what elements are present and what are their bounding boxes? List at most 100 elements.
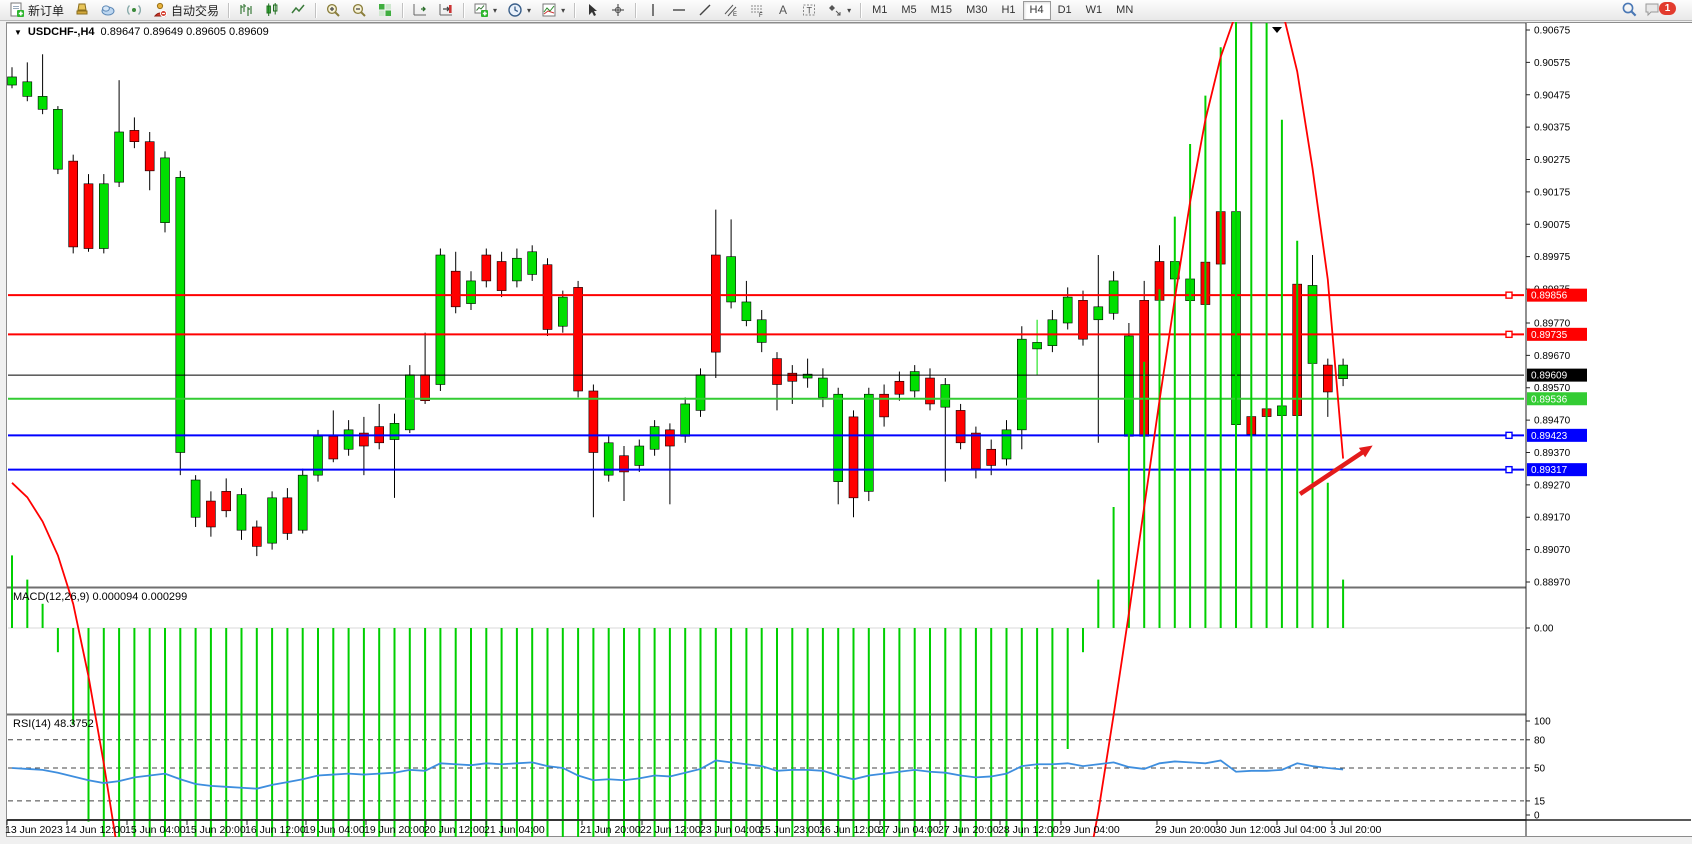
label-button[interactable]: T xyxy=(796,0,822,21)
svg-text:23 Jun 04:00: 23 Jun 04:00 xyxy=(700,824,761,836)
svg-text:100: 100 xyxy=(1534,717,1551,728)
tile-windows-button[interactable] xyxy=(372,0,398,21)
svg-text:25 Jun 23:00: 25 Jun 23:00 xyxy=(759,824,820,836)
svg-text:E: E xyxy=(733,12,737,18)
svg-text:15: 15 xyxy=(1534,796,1546,807)
timeframe-D1-button[interactable]: D1 xyxy=(1051,1,1079,20)
svg-text:0.89070: 0.89070 xyxy=(1534,545,1571,556)
svg-text:29 Jun 20:00: 29 Jun 20:00 xyxy=(1155,824,1216,836)
stamp-button[interactable] xyxy=(69,0,95,21)
chevron-down-icon: ▾ xyxy=(527,6,531,15)
timeframe-MN-button[interactable]: MN xyxy=(1109,1,1140,20)
svg-text:50: 50 xyxy=(1534,764,1546,775)
svg-text:3 Jul 04:00: 3 Jul 04:00 xyxy=(1275,824,1327,836)
fibonacci-icon: F xyxy=(749,2,765,18)
svg-text:0.90175: 0.90175 xyxy=(1534,187,1571,198)
auto-scroll-button[interactable] xyxy=(433,0,459,21)
svg-text:F: F xyxy=(759,13,763,18)
timeframe-H1-button[interactable]: H1 xyxy=(994,1,1022,20)
toolbar: 新订单 自动交易 ▾ ▾ ▾ E F A T ▾ M1M5M15M30H1H4D1W1MN 1 xyxy=(0,0,1692,21)
timeframe-M1-button[interactable]: M1 xyxy=(865,1,894,20)
svg-text:A: A xyxy=(779,3,787,17)
chart-shift-button[interactable] xyxy=(407,0,433,21)
zoom-in-button[interactable] xyxy=(320,0,346,21)
chart-shift-icon xyxy=(412,2,428,18)
zoom-out-icon xyxy=(351,2,367,18)
svg-text:0.90575: 0.90575 xyxy=(1534,58,1571,69)
svg-text:3 Jul 20:00: 3 Jul 20:00 xyxy=(1330,824,1382,836)
timeframe-M15-button[interactable]: M15 xyxy=(924,1,959,20)
svg-text:20 Jun 12:00: 20 Jun 12:00 xyxy=(424,824,485,836)
text-button[interactable]: A xyxy=(770,0,796,21)
chevron-down-icon[interactable]: ▼ xyxy=(14,28,22,37)
price-chart[interactable]: 0.906750.905750.904750.903750.902750.901… xyxy=(0,22,1692,837)
chevron-down-icon: ▾ xyxy=(493,6,497,15)
svg-text:21 Jun 20:00: 21 Jun 20:00 xyxy=(580,824,641,836)
vline-icon xyxy=(645,2,661,18)
svg-text:13 Jun 2023: 13 Jun 2023 xyxy=(5,824,63,836)
cloud-icon xyxy=(100,2,116,18)
timeframe-M30-button[interactable]: M30 xyxy=(959,1,994,20)
new-chart-button[interactable]: ▾ xyxy=(468,0,502,21)
new-order-button[interactable]: 新订单 xyxy=(4,0,69,21)
channel-button[interactable]: E xyxy=(718,0,744,21)
cursor-button[interactable] xyxy=(579,0,605,21)
line-chart-button[interactable] xyxy=(285,0,311,21)
signals-button[interactable] xyxy=(121,0,147,21)
svg-text:0.90275: 0.90275 xyxy=(1534,155,1571,166)
fibonacci-button[interactable]: F xyxy=(744,0,770,21)
svg-text:16 Jun 12:00: 16 Jun 12:00 xyxy=(245,824,306,836)
timeframe-H4-button[interactable]: H4 xyxy=(1023,1,1051,20)
toolbar-separator xyxy=(402,3,403,18)
toolbar-separator xyxy=(860,3,861,18)
svg-text:0.89670: 0.89670 xyxy=(1534,351,1571,362)
rsi-indicator-label: RSI(14) 48.3752 xyxy=(13,718,94,730)
svg-text:T: T xyxy=(807,6,813,16)
shapes-button[interactable]: ▾ xyxy=(822,0,856,21)
shapes-icon xyxy=(827,2,843,18)
zoom-out-button[interactable] xyxy=(346,0,372,21)
svg-text:26 Jun 12:00: 26 Jun 12:00 xyxy=(819,824,880,836)
notification-badge[interactable]: 1 xyxy=(1659,2,1676,15)
toolbar-separator xyxy=(228,3,229,18)
publish-button[interactable] xyxy=(95,0,121,21)
chart-title-bar[interactable]: ▼ USDCHF-,H4 0.89647 0.89649 0.89605 0.8… xyxy=(14,26,269,38)
timeframe-W1-button[interactable]: W1 xyxy=(1079,1,1110,20)
svg-text:0.89270: 0.89270 xyxy=(1534,480,1571,491)
svg-text:0.90475: 0.90475 xyxy=(1534,90,1571,101)
indicators-button[interactable]: ▾ xyxy=(536,0,570,21)
svg-text:28 Jun 12:00: 28 Jun 12:00 xyxy=(998,824,1059,836)
vline-button[interactable] xyxy=(640,0,666,21)
chevron-down-icon: ▾ xyxy=(561,6,565,15)
bar-chart-button[interactable] xyxy=(233,0,259,21)
text-icon: A xyxy=(775,2,791,18)
clock-icon xyxy=(507,2,523,18)
svg-text:21 Jun 04:00: 21 Jun 04:00 xyxy=(484,824,545,836)
svg-text:15 Jun 04:00: 15 Jun 04:00 xyxy=(125,824,186,836)
svg-text:80: 80 xyxy=(1534,735,1546,746)
period-button[interactable]: ▾ xyxy=(502,0,536,21)
ohlc-quotes: 0.89647 0.89649 0.89605 0.89609 xyxy=(101,26,269,38)
symbol-period-label: USDCHF-,H4 xyxy=(28,26,95,38)
svg-text:30 Jun 12:00: 30 Jun 12:00 xyxy=(1215,824,1276,836)
svg-text:0.89856: 0.89856 xyxy=(1531,291,1568,302)
add-chart-icon xyxy=(473,2,489,18)
hline-button[interactable] xyxy=(666,0,692,21)
svg-text:14 Jun 12:00: 14 Jun 12:00 xyxy=(65,824,126,836)
candle-chart-button[interactable] xyxy=(259,0,285,21)
zoom-in-icon xyxy=(325,2,341,18)
cursor-icon xyxy=(584,2,600,18)
svg-text:0.89170: 0.89170 xyxy=(1534,513,1571,524)
trendline-button[interactable] xyxy=(692,0,718,21)
bar-chart-icon xyxy=(238,2,254,18)
hline-icon xyxy=(671,2,687,18)
autotrading-button[interactable]: 自动交易 xyxy=(147,0,224,21)
timeframe-M5-button[interactable]: M5 xyxy=(894,1,923,20)
tile-windows-icon xyxy=(377,2,393,18)
svg-text:0.90075: 0.90075 xyxy=(1534,220,1571,231)
toolbar-separator xyxy=(463,3,464,18)
crosshair-button[interactable] xyxy=(605,0,631,21)
svg-text:19 Jun 04:00: 19 Jun 04:00 xyxy=(304,824,365,836)
search-icon[interactable] xyxy=(1621,1,1638,19)
channel-icon: E xyxy=(723,2,739,18)
